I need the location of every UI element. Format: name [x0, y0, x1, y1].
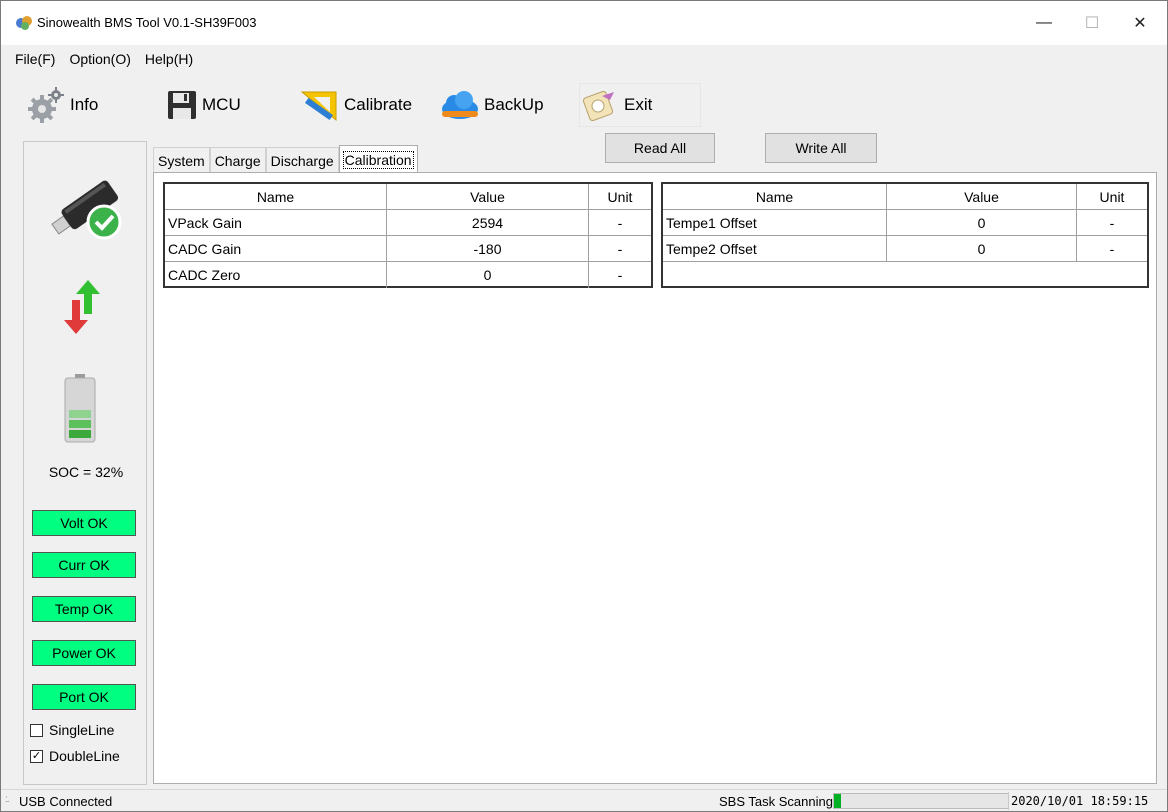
cell-unit[interactable]: -: [589, 236, 651, 261]
doubleline-checkbox[interactable]: ✓ DoubleLine: [30, 748, 120, 764]
table-header: Name Value Unit: [663, 184, 1147, 210]
mcu-label: MCU: [202, 95, 241, 114]
tab-discharge[interactable]: Discharge: [265, 147, 339, 173]
cell-value[interactable]: 2594: [387, 210, 589, 235]
header-unit[interactable]: Unit: [589, 184, 651, 209]
header-unit[interactable]: Unit: [1077, 184, 1147, 209]
singleline-checkbox[interactable]: SingleLine: [30, 722, 114, 738]
gear-icon: [28, 87, 64, 123]
menu-bar: File(F) Option(O) Help(H): [1, 45, 1167, 73]
table-row[interactable]: Tempe1 Offset 0 -: [663, 210, 1147, 236]
grip-icon: :.: [5, 794, 9, 805]
backup-label: BackUp: [484, 95, 544, 114]
battery-icon: [64, 374, 96, 443]
calibration-table-right: Name Value Unit Tempe1 Offset 0 - Tempe2…: [661, 182, 1149, 288]
title-bar[interactable]: Sinowealth BMS Tool V0.1-SH39F003 — ☐ ✕: [1, 1, 1167, 45]
tab-system[interactable]: System: [153, 147, 210, 173]
close-button[interactable]: ✕: [1117, 1, 1163, 45]
cell-name[interactable]: CADC Gain: [165, 236, 387, 261]
tab-charge-label: Charge: [214, 152, 261, 169]
status-bar: :. USB Connected SBS Task Scanning 2020/…: [1, 789, 1167, 811]
table-row[interactable]: CADC Gain -180 -: [165, 236, 651, 262]
table-row[interactable]: CADC Zero 0 -: [165, 262, 651, 288]
exit-button[interactable]: Exit: [579, 83, 701, 127]
header-name[interactable]: Name: [663, 184, 887, 209]
read-all-button[interactable]: Read All: [605, 133, 715, 163]
maximize-button[interactable]: ☐: [1069, 1, 1115, 45]
task-progress-bar: [833, 793, 1009, 809]
menu-option[interactable]: Option(O): [62, 51, 137, 67]
cell-unit[interactable]: -: [589, 210, 651, 235]
doubleline-label: DoubleLine: [49, 748, 120, 764]
doubleline-box[interactable]: ✓: [30, 749, 43, 763]
tab-charge[interactable]: Charge: [209, 147, 266, 173]
temp-status[interactable]: Temp OK: [32, 596, 136, 622]
set-square-icon: [300, 91, 337, 122]
singleline-label: SingleLine: [49, 722, 115, 738]
calibrate-label: Calibrate: [344, 95, 413, 114]
info-label: Info: [70, 95, 99, 114]
volt-status[interactable]: Volt OK: [32, 510, 136, 536]
exit-label: Exit: [624, 95, 653, 114]
cell-name[interactable]: VPack Gain: [165, 210, 387, 235]
minimize-button[interactable]: —: [1021, 1, 1067, 45]
soc-label: SOC = 32%: [48, 464, 124, 480]
task-status-text: SBS Task Scanning: [719, 794, 833, 809]
app-window: Sinowealth BMS Tool V0.1-SH39F003 — ☐ ✕ …: [0, 0, 1168, 812]
table-header: Name Value Unit: [165, 184, 651, 210]
floppy-disk-icon: [168, 91, 196, 119]
status-divider: [1008, 792, 1009, 810]
calibrate-button[interactable]: Calibrate: [299, 83, 431, 127]
backup-button[interactable]: BackUp: [439, 83, 563, 127]
task-progress-fill: [834, 794, 841, 808]
cell-unit[interactable]: -: [1077, 236, 1147, 261]
disk-exit-icon: [582, 90, 614, 122]
table-row[interactable]: VPack Gain 2594 -: [165, 210, 651, 236]
tab-discharge-label: Discharge: [270, 152, 334, 169]
cell-name[interactable]: Tempe1 Offset: [663, 210, 887, 235]
header-value[interactable]: Value: [887, 184, 1077, 209]
usb-status-text: USB Connected: [19, 794, 113, 809]
mcu-button[interactable]: MCU: [165, 83, 285, 127]
cell-unit[interactable]: -: [589, 262, 651, 288]
window-title: Sinowealth BMS Tool V0.1-SH39F003: [37, 15, 257, 30]
tab-calibration-label: Calibration: [342, 150, 414, 169]
calibration-table-left: Name Value Unit VPack Gain 2594 - CADC G…: [163, 182, 653, 288]
app-icon: [16, 16, 32, 30]
cell-value[interactable]: 0: [887, 210, 1077, 235]
cell-value[interactable]: -180: [387, 236, 589, 261]
cell-value[interactable]: 0: [387, 262, 589, 288]
menu-file[interactable]: File(F): [1, 51, 62, 67]
tab-calibration[interactable]: Calibration: [338, 145, 418, 173]
toolbar: Info MCU Calibrate BackUp Exit: [1, 77, 1167, 133]
tab-system-label: System: [158, 152, 205, 169]
tab-strip: System Charge Discharge Calibration: [153, 145, 418, 173]
table-row[interactable]: Tempe2 Offset 0 -: [663, 236, 1147, 262]
cell-value[interactable]: 0: [887, 236, 1077, 261]
curr-status[interactable]: Curr OK: [32, 552, 136, 578]
info-button[interactable]: Info: [25, 83, 145, 127]
cell-name[interactable]: CADC Zero: [165, 262, 387, 288]
cloud-icon: [442, 91, 478, 119]
singleline-box[interactable]: [30, 723, 43, 737]
transfer-arrows-icon: [64, 280, 100, 334]
write-all-button[interactable]: Write All: [765, 133, 877, 163]
header-name[interactable]: Name: [165, 184, 387, 209]
cell-unit[interactable]: -: [1077, 210, 1147, 235]
datetime-text: 2020/10/01 18:59:15: [1011, 794, 1149, 808]
header-value[interactable]: Value: [387, 184, 589, 209]
status-panel: SOC = 32% Volt OK Curr OK Temp OK Power …: [23, 141, 147, 785]
usb-connected-icon: [51, 180, 122, 240]
port-status[interactable]: Port OK: [32, 684, 136, 710]
menu-help[interactable]: Help(H): [138, 51, 200, 67]
power-status[interactable]: Power OK: [32, 640, 136, 666]
cell-name[interactable]: Tempe2 Offset: [663, 236, 887, 261]
